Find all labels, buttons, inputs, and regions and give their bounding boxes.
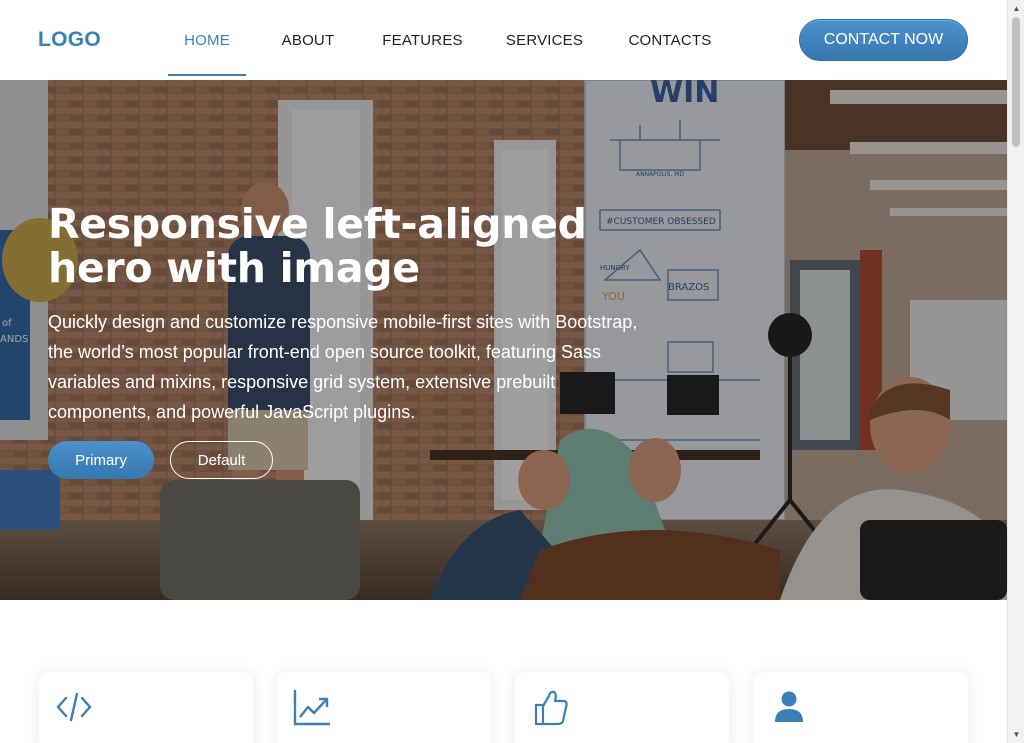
hero-title: Responsive left-aligned hero with image	[48, 202, 648, 290]
chart-line-icon	[293, 690, 330, 726]
feature-card-chart[interactable]	[277, 672, 491, 743]
user-icon	[775, 691, 803, 722]
page-scrollbar[interactable]: ▲ ▼	[1007, 0, 1024, 743]
nav-item-about[interactable]: ABOUT	[246, 0, 370, 80]
nav-item-contacts[interactable]: CONTACTS	[614, 0, 726, 80]
nav-item-services[interactable]: SERVICES	[475, 0, 614, 80]
feature-card-code[interactable]	[39, 672, 253, 743]
main-nav: HOME ABOUT FEATURES SERVICES CONTACTS	[168, 0, 726, 80]
scrollbar-thumb[interactable]	[1012, 17, 1020, 147]
feature-card-user[interactable]	[754, 672, 968, 743]
features-section	[0, 600, 1007, 743]
scroll-up-arrow-icon[interactable]: ▲	[1008, 0, 1024, 17]
code-icon	[56, 692, 92, 722]
thumbs-up-icon	[534, 690, 568, 726]
hero-title-line-2: hero with image	[48, 244, 420, 292]
nav-item-features[interactable]: FEATURES	[370, 0, 475, 80]
feature-card-thumbs-up[interactable]	[515, 672, 729, 743]
primary-button[interactable]: Primary	[48, 441, 154, 479]
site-header: LOGO HOME ABOUT FEATURES SERVICES CONTAC…	[0, 0, 1007, 80]
contact-now-button[interactable]: CONTACT NOW	[799, 19, 968, 61]
hero-section: WIN #CUSTOMER OBSESSED BRAZOS HUNGRY YOU…	[0, 80, 1007, 600]
hero-title-line-1: Responsive left-aligned	[48, 200, 587, 248]
logo[interactable]: LOGO	[38, 28, 101, 52]
nav-item-home[interactable]: HOME	[168, 0, 246, 80]
scroll-down-arrow-icon[interactable]: ▼	[1008, 726, 1024, 743]
default-button[interactable]: Default	[170, 441, 273, 479]
hero-description: Quickly design and customize responsive …	[48, 312, 638, 422]
